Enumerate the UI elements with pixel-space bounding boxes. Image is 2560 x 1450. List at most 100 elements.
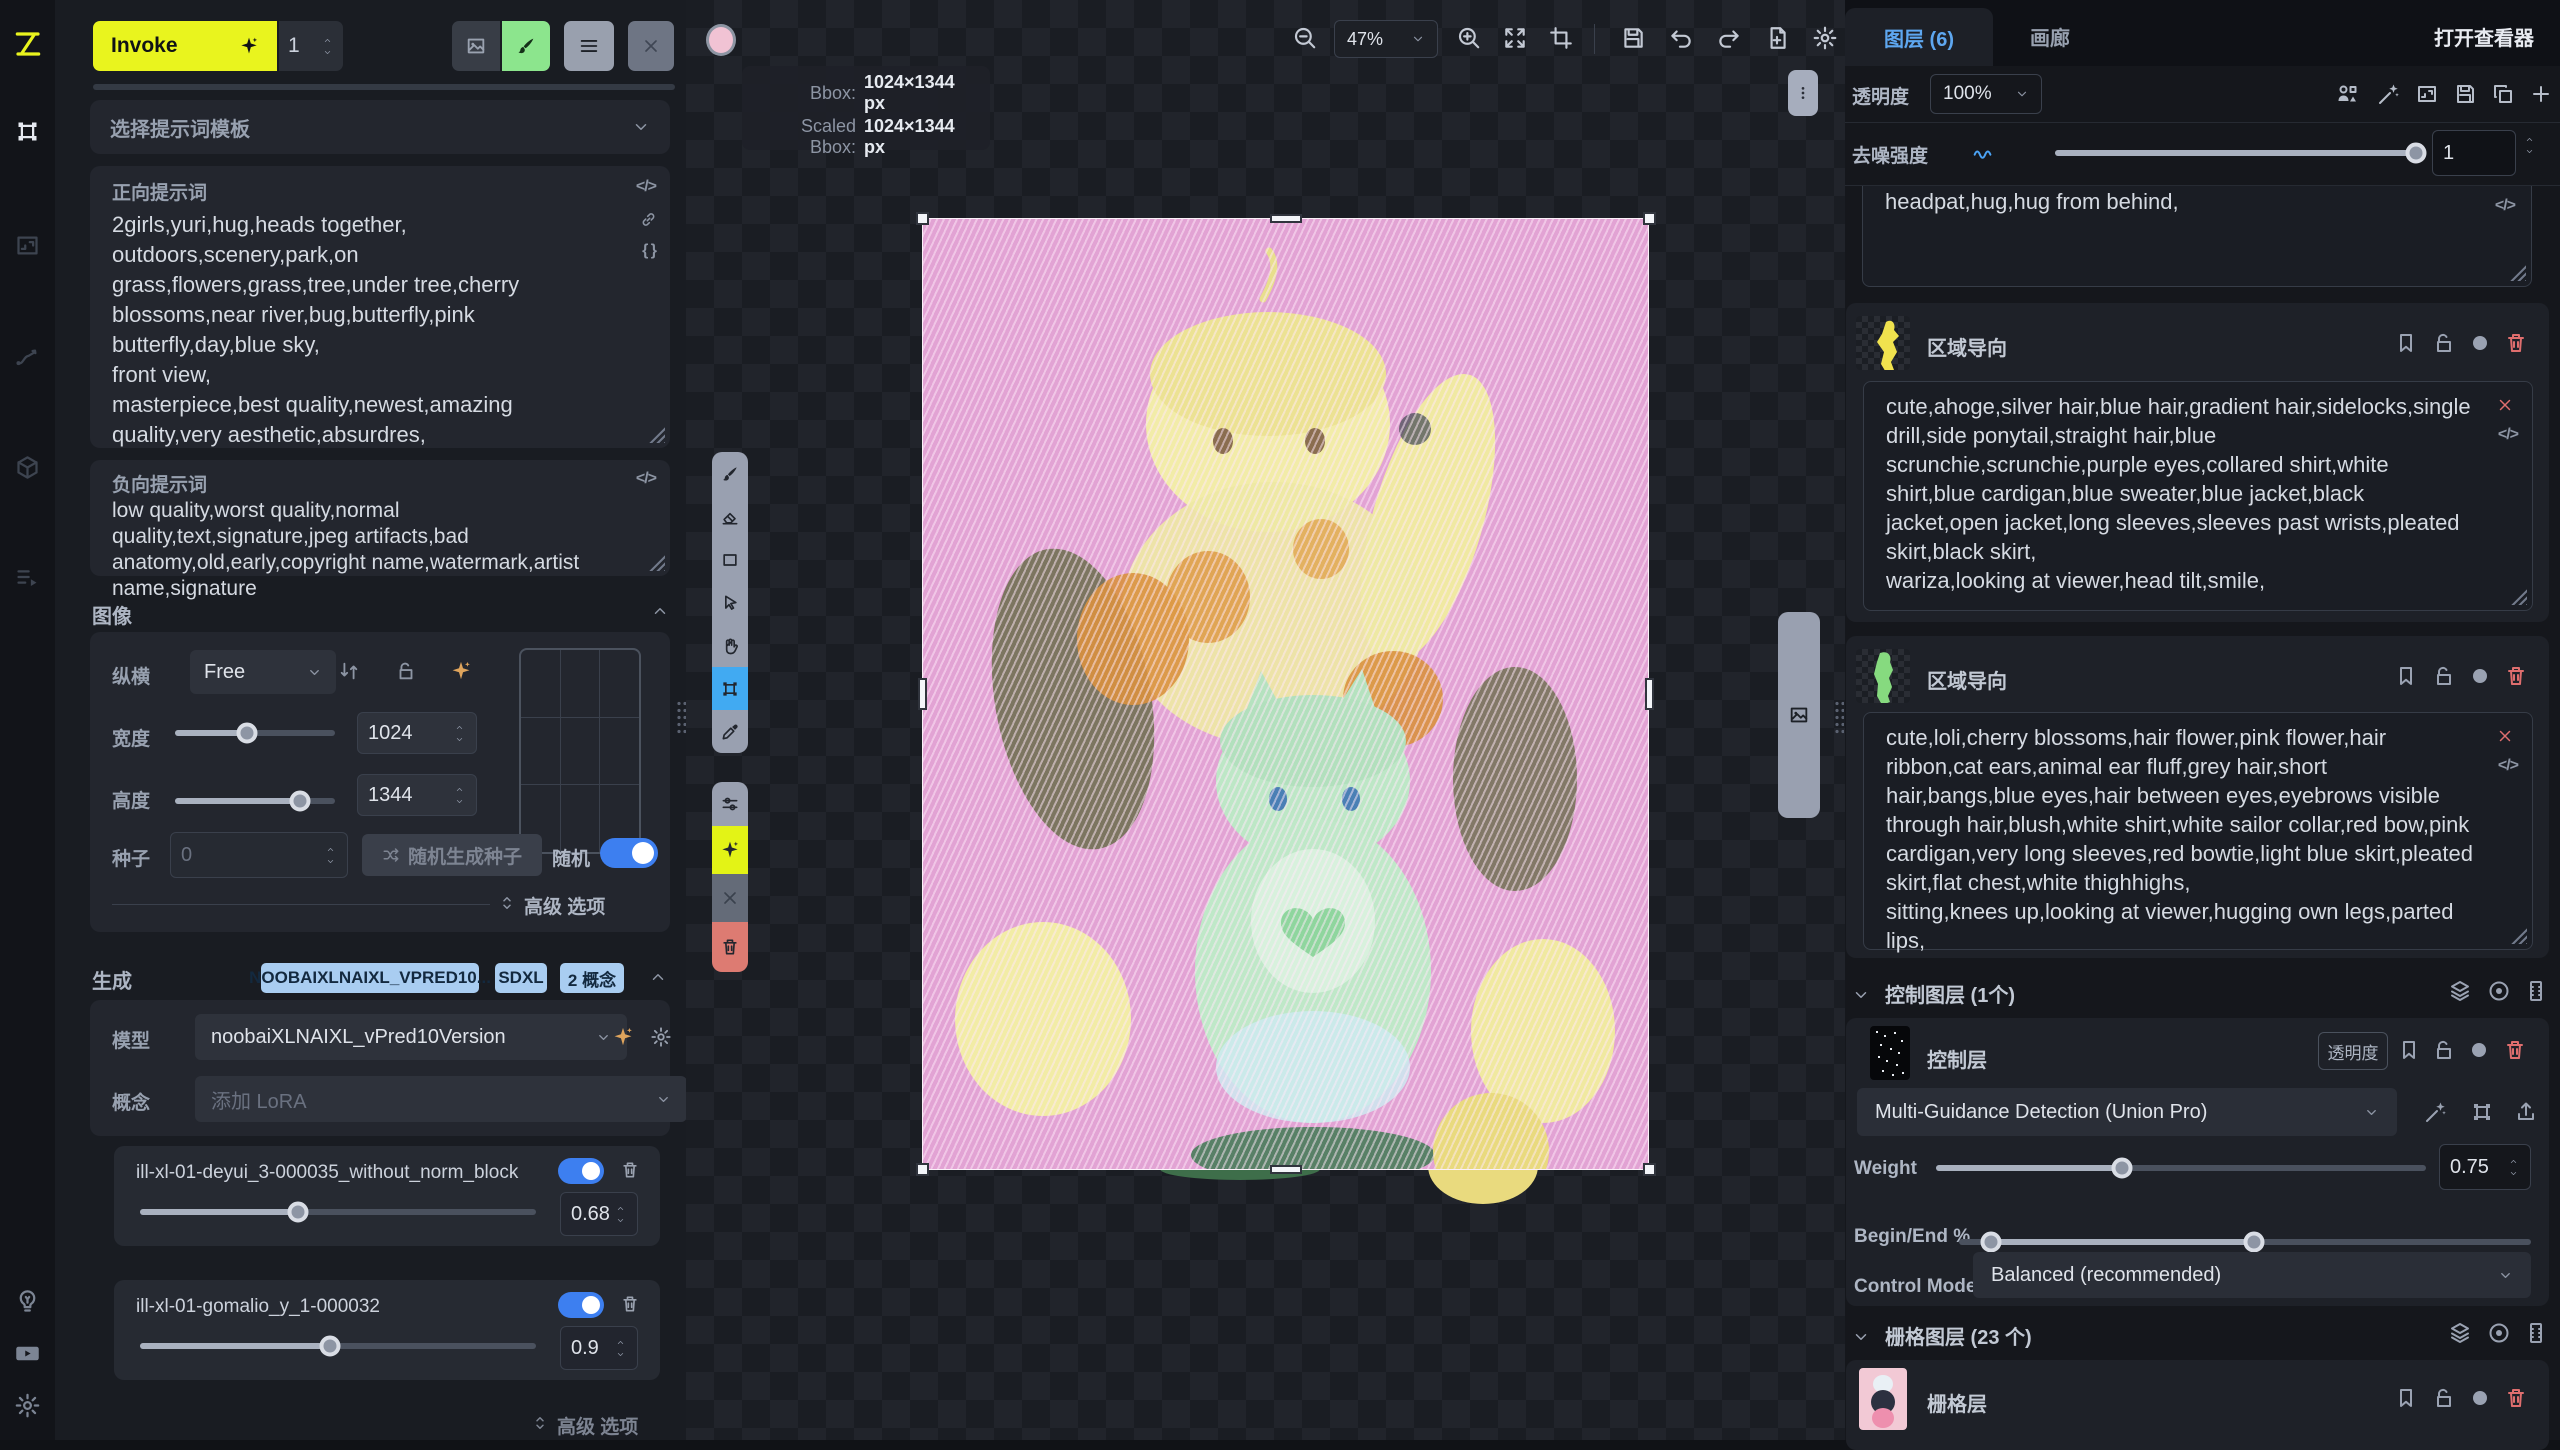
model-settings-icon[interactable]: [650, 1026, 672, 1048]
layers-icon[interactable]: [2448, 979, 2472, 1003]
global-opacity-select[interactable]: 100%: [1930, 74, 2042, 114]
denoise-stepper[interactable]: [2523, 135, 2536, 156]
section-chevron-icon[interactable]: [1852, 986, 1870, 1004]
bbox-tool[interactable]: [712, 667, 748, 710]
random-seed-toggle[interactable]: [600, 838, 658, 868]
regional-prompt-box[interactable]: cute,loli,cherry blossoms,hair flower,pi…: [1863, 712, 2533, 950]
width-input[interactable]: 1024: [357, 712, 477, 754]
invoke-button[interactable]: Invoke: [93, 21, 277, 71]
visibility-dot-icon[interactable]: [2468, 664, 2492, 688]
weight-slider[interactable]: [1936, 1165, 2426, 1171]
bbox-handle[interactable]: [916, 1163, 929, 1176]
width-slider[interactable]: [175, 730, 335, 736]
apply-button[interactable]: [712, 826, 748, 874]
positive-prompt-input[interactable]: 2girls,yuri,hug,heads together, outdoors…: [112, 210, 612, 450]
lora-weight-input[interactable]: 0.9: [560, 1326, 638, 1370]
eyedropper-tool[interactable]: [712, 710, 748, 753]
control-model-select[interactable]: Multi-Guidance Detection (Union Pro): [1857, 1088, 2397, 1136]
panel-resize-handle[interactable]: [676, 700, 686, 734]
model-sparkle-icon[interactable]: [612, 1026, 634, 1048]
panel-resize-handle[interactable]: [1834, 700, 1844, 734]
resources-icon[interactable]: [14, 1288, 41, 1315]
canvas-menu-button[interactable]: [1788, 70, 1818, 116]
regional-prompt-box[interactable]: cute,ahoge,silver hair,blue hair,gradien…: [1863, 381, 2533, 611]
lora-weight-slider[interactable]: [140, 1209, 536, 1215]
code-embed-icon[interactable]: </>: [636, 178, 656, 196]
height-input[interactable]: 1344: [357, 774, 477, 816]
optimize-size-icon[interactable]: [450, 660, 472, 682]
gallery-pull-tab[interactable]: [1778, 612, 1820, 818]
visibility-dot-icon[interactable]: [2468, 1386, 2492, 1410]
lock-aspect-icon[interactable]: [395, 660, 417, 682]
visibility-dot-icon[interactable]: [2467, 1038, 2491, 1062]
resize-grip-icon[interactable]: [2510, 588, 2527, 605]
device-icon[interactable]: [2524, 1321, 2548, 1345]
lock-icon[interactable]: [2432, 664, 2456, 688]
advanced-options-label[interactable]: 高级 选项: [524, 892, 605, 919]
bbox-handle[interactable]: [918, 678, 927, 710]
brush-tool[interactable]: [712, 452, 748, 495]
bookmark-icon[interactable]: [2394, 1386, 2418, 1410]
menu-button[interactable]: [564, 21, 614, 71]
trash-icon[interactable]: [620, 1160, 640, 1180]
resize-grip-icon[interactable]: [648, 554, 665, 571]
lock-icon[interactable]: [2432, 331, 2456, 355]
visibility-dot-icon[interactable]: [2468, 331, 2492, 355]
canvas-mode-button[interactable]: [502, 21, 550, 71]
open-viewer-link[interactable]: 打开查看器: [2434, 22, 2534, 51]
regional-prompt-text[interactable]: cute,loli,cherry blossoms,hair flower,pi…: [1886, 723, 2482, 955]
zoom-in-icon[interactable]: [1456, 25, 1482, 51]
tab-layers[interactable]: 图层 (6): [1845, 8, 1993, 66]
youtube-icon[interactable]: [14, 1340, 41, 1367]
resize-grip-icon[interactable]: [2509, 264, 2526, 281]
tab-gallery[interactable]: 画廊: [2030, 22, 2070, 51]
fit-bbox-icon[interactable]: [1548, 25, 1574, 51]
collapse-icon[interactable]: [649, 968, 667, 986]
bbox-nodes-icon[interactable]: [2470, 1100, 2494, 1124]
duplicate-icon[interactable]: [2491, 82, 2515, 106]
merge-layers-icon[interactable]: [2335, 82, 2359, 106]
remove-prompt-icon[interactable]: [2496, 396, 2514, 414]
bookmark-icon[interactable]: [2394, 331, 2418, 355]
lora-toggle[interactable]: [558, 1158, 604, 1184]
rect-tool[interactable]: [712, 538, 748, 581]
bbox-handle[interactable]: [1645, 678, 1654, 710]
eraser-tool[interactable]: [712, 495, 748, 538]
trash-icon[interactable]: [2504, 664, 2528, 688]
control-mode-select[interactable]: Balanced (recommended): [1973, 1252, 2531, 1298]
swap-dimensions-icon[interactable]: [338, 660, 360, 682]
height-slider[interactable]: [175, 798, 335, 804]
trash-icon[interactable]: [2503, 1038, 2527, 1062]
bbox-handle[interactable]: [916, 212, 929, 225]
queue-count-arrows[interactable]: [321, 36, 334, 57]
save-to-gallery-icon[interactable]: [1764, 25, 1790, 51]
generation-bbox[interactable]: [922, 218, 1649, 1170]
wand-icon[interactable]: [2424, 1100, 2448, 1124]
frame-icon[interactable]: [2415, 82, 2439, 106]
section-chevron-icon[interactable]: [1852, 1328, 1870, 1346]
lock-icon[interactable]: [2432, 1038, 2456, 1062]
lora-weight-slider[interactable]: [140, 1343, 536, 1349]
aspect-select[interactable]: Free: [190, 650, 336, 694]
export-icon[interactable]: [2514, 1100, 2538, 1124]
add-layer-icon[interactable]: [2529, 82, 2553, 106]
regional-prompt-text[interactable]: cute,ahoge,silver hair,blue hair,gradien…: [1886, 392, 2482, 595]
regional-guidance-layer[interactable]: 区域导向 cute,loli,cherry blossoms,hair flow…: [1846, 636, 2549, 958]
save-canvas-icon[interactable]: [1620, 25, 1646, 51]
zoom-level-select[interactable]: 47%: [1334, 20, 1438, 58]
opacity-badge-button[interactable]: 透明度: [2318, 1032, 2388, 1070]
viewer-mode-button[interactable]: [452, 21, 500, 71]
unfold-icon[interactable]: [531, 1414, 549, 1432]
trash-icon[interactable]: [2504, 1386, 2528, 1410]
advanced-options-label[interactable]: 高级 选项: [557, 1412, 638, 1439]
undo-icon[interactable]: [1668, 25, 1694, 51]
control-layer[interactable]: 控制层 透明度 Multi-Guidance Detection (Union …: [1846, 1018, 2549, 1306]
lora-weight-input[interactable]: 0.68: [560, 1192, 638, 1236]
bbox-handle[interactable]: [1270, 1165, 1302, 1174]
weight-input[interactable]: 0.75: [2439, 1144, 2531, 1190]
lora-toggle[interactable]: [558, 1292, 604, 1318]
canvas-stage[interactable]: 47% Bbox: 1024×1344 px Scaled Bbox: 1024…: [686, 0, 1845, 1440]
device-icon[interactable]: [2524, 979, 2548, 1003]
close-button[interactable]: [628, 21, 674, 71]
model-select[interactable]: noobaiXLNAIXL_vPred10Version: [195, 1014, 627, 1060]
